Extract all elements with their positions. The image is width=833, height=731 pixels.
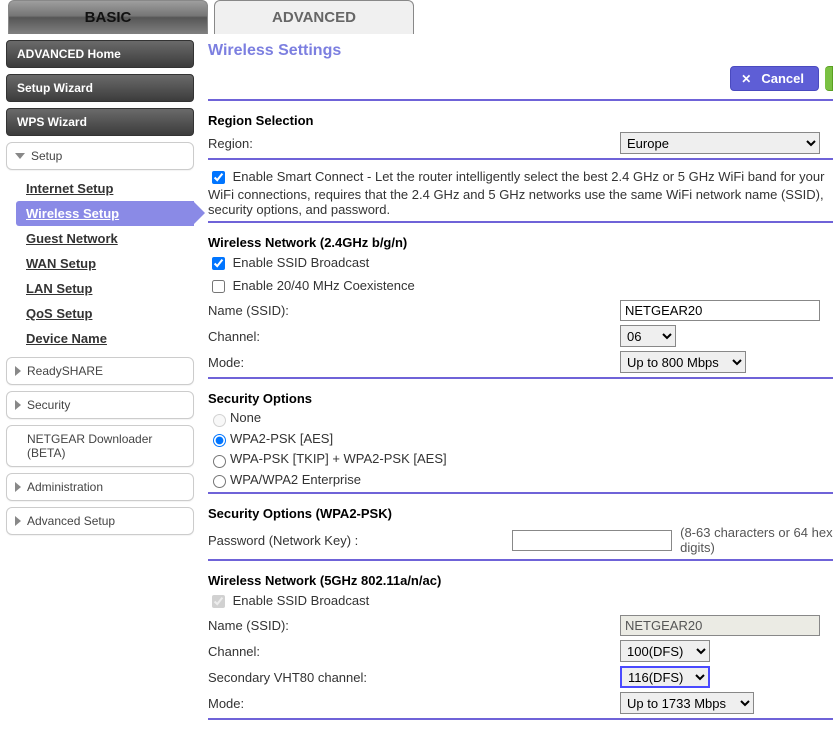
- sidebar-group-administration[interactable]: Administration: [6, 473, 194, 501]
- divider: [208, 158, 833, 160]
- sidebar: ADVANCED Home Setup Wizard WPS Wizard Se…: [0, 34, 200, 731]
- password-24-hint: (8-63 characters or 64 hex digits): [680, 525, 833, 555]
- ssid-broadcast-5-checkbox[interactable]: [212, 595, 225, 608]
- sidebar-group-downloader[interactable]: NETGEAR Downloader (BETA): [6, 425, 194, 467]
- security-option-label: WPA/WPA2 Enterprise: [230, 472, 361, 487]
- sidebar-item-internet-setup[interactable]: Internet Setup: [24, 176, 194, 201]
- security-24-enterprise-radio[interactable]: [213, 475, 226, 488]
- password-24-label: Password (Network Key) :: [208, 533, 512, 548]
- section-24ghz: Wireless Network (2.4GHz b/g/n): [208, 229, 833, 252]
- coexistence-checkbox[interactable]: [212, 280, 225, 293]
- sidebar-group-label: ReadySHARE: [27, 364, 103, 378]
- mode-5-select[interactable]: Up to 1733 Mbps: [620, 692, 754, 714]
- sidebar-item-qos-setup[interactable]: QoS Setup: [24, 301, 194, 326]
- ssid-24-input[interactable]: [620, 300, 820, 321]
- secondary-channel-5-label: Secondary VHT80 channel:: [208, 670, 620, 685]
- security-24-mixed-radio[interactable]: [213, 455, 226, 468]
- region-label: Region:: [208, 136, 620, 151]
- apply-button[interactable]: [825, 66, 833, 91]
- divider: [208, 559, 833, 561]
- password-24-input[interactable]: [512, 530, 672, 551]
- coexistence-label: Enable 20/40 MHz Coexistence: [233, 278, 415, 293]
- chevron-right-icon: [15, 516, 21, 526]
- sidebar-item-wireless-setup[interactable]: Wireless Setup: [16, 201, 194, 226]
- ssid-broadcast-24-checkbox[interactable]: [212, 257, 225, 270]
- mode-5-label: Mode:: [208, 696, 620, 711]
- divider: [208, 377, 833, 379]
- sidebar-item-wan-setup[interactable]: WAN Setup: [24, 251, 194, 276]
- close-icon: ✕: [741, 72, 751, 86]
- sidebar-group-label: NETGEAR Downloader (BETA): [27, 432, 185, 460]
- mode-24-select[interactable]: Up to 800 Mbps: [620, 351, 746, 373]
- tab-basic[interactable]: BASIC: [8, 0, 208, 34]
- secondary-channel-5-select[interactable]: 116(DFS): [620, 666, 710, 688]
- sidebar-group-security[interactable]: Security: [6, 391, 194, 419]
- sidebar-wps-wizard[interactable]: WPS Wizard: [6, 108, 194, 136]
- chevron-right-icon: [15, 482, 21, 492]
- section-5ghz: Wireless Network (5GHz 802.11a/n/ac): [208, 567, 833, 590]
- smart-connect-checkbox[interactable]: [212, 171, 225, 184]
- ssid-5-input[interactable]: [620, 615, 820, 636]
- security-option-label: None: [230, 410, 261, 425]
- channel-24-select[interactable]: 06: [620, 325, 676, 347]
- ssid-5-label: Name (SSID):: [208, 618, 620, 633]
- channel-24-label: Channel:: [208, 329, 620, 344]
- sidebar-group-readyshare[interactable]: ReadySHARE: [6, 357, 194, 385]
- mode-24-label: Mode:: [208, 355, 620, 370]
- sidebar-group-label: Security: [27, 398, 70, 412]
- cancel-button-label: Cancel: [761, 71, 804, 86]
- security-option-label: WPA2-PSK [AES]: [230, 431, 333, 446]
- sidebar-setup-wizard[interactable]: Setup Wizard: [6, 74, 194, 102]
- ssid-broadcast-5-label: Enable SSID Broadcast: [233, 593, 370, 608]
- section-security-24: Security Options: [208, 385, 833, 408]
- divider: [208, 718, 833, 720]
- section-wpa2-psk: Security Options (WPA2-PSK): [208, 500, 833, 523]
- chevron-right-icon: [15, 366, 21, 376]
- page-title: Wireless Settings: [208, 38, 833, 62]
- sidebar-advanced-home[interactable]: ADVANCED Home: [6, 40, 194, 68]
- divider: [208, 99, 833, 101]
- chevron-right-icon: [15, 400, 21, 410]
- tab-advanced[interactable]: ADVANCED: [214, 0, 414, 34]
- sidebar-group-label: Setup: [31, 149, 62, 163]
- security-option-label: WPA-PSK [TKIP] + WPA2-PSK [AES]: [230, 451, 447, 466]
- divider: [208, 221, 833, 223]
- ssid-broadcast-24-label: Enable SSID Broadcast: [233, 255, 370, 270]
- section-security-5: Security Options: [208, 726, 833, 731]
- security-24-none-radio[interactable]: [213, 414, 226, 427]
- cancel-button[interactable]: ✕ Cancel: [730, 66, 819, 91]
- channel-5-select[interactable]: 100(DFS): [620, 640, 710, 662]
- sidebar-item-device-name[interactable]: Device Name: [24, 326, 194, 351]
- region-select[interactable]: Europe: [620, 132, 820, 154]
- chevron-down-icon: [15, 153, 25, 159]
- section-region: Region Selection: [208, 107, 833, 130]
- divider: [208, 492, 833, 494]
- sidebar-item-lan-setup[interactable]: LAN Setup: [24, 276, 194, 301]
- security-24-wpa2-radio[interactable]: [213, 434, 226, 447]
- ssid-24-label: Name (SSID):: [208, 303, 620, 318]
- smart-connect-label: Enable Smart Connect - Let the router in…: [208, 169, 824, 217]
- channel-5-label: Channel:: [208, 644, 620, 659]
- sidebar-group-label: Advanced Setup: [27, 514, 115, 528]
- sidebar-group-advanced-setup[interactable]: Advanced Setup: [6, 507, 194, 535]
- sidebar-group-label: Administration: [27, 480, 103, 494]
- sidebar-group-setup[interactable]: Setup: [6, 142, 194, 170]
- sidebar-item-guest-network[interactable]: Guest Network: [24, 226, 194, 251]
